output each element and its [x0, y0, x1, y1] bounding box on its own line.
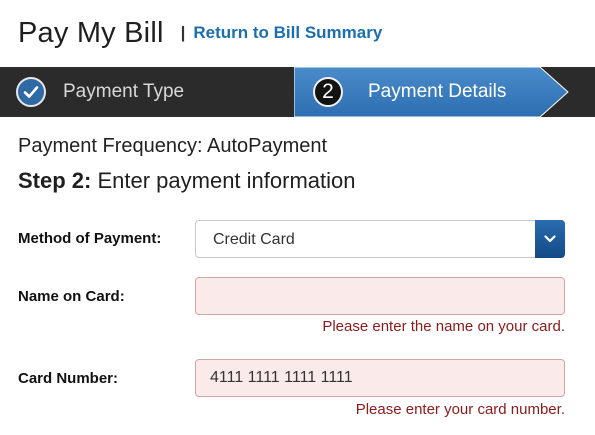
- step-payment-type-label: Payment Type: [63, 81, 185, 102]
- name-on-card-label: Name on Card:: [18, 288, 125, 305]
- method-of-payment-select[interactable]: Credit Card: [195, 220, 565, 258]
- method-of-payment-value: Credit Card: [213, 231, 295, 248]
- step-number-badge: 2: [313, 77, 343, 107]
- step-heading: Step 2: Enter payment information: [18, 168, 356, 194]
- header-separator: |: [180, 23, 186, 42]
- chevron-down-icon[interactable]: [535, 220, 565, 258]
- card-number-error: Please enter your card number.: [355, 401, 565, 418]
- method-of-payment-label: Method of Payment:: [18, 230, 162, 247]
- return-to-bill-summary-link[interactable]: Return to Bill Summary: [193, 23, 382, 43]
- card-number-label: Card Number:: [18, 370, 119, 387]
- step-payment-type[interactable]: Payment Type: [16, 67, 184, 117]
- step-payment-details-label: Payment Details: [368, 81, 507, 102]
- step-payment-details: 2 Payment Details: [294, 67, 570, 117]
- card-number-input[interactable]: [195, 359, 565, 397]
- name-on-card-input[interactable]: [195, 277, 565, 315]
- payment-frequency: Payment Frequency: AutoPayment: [18, 135, 328, 157]
- check-icon: [16, 77, 46, 107]
- page-header: Pay My Bill | Return to Bill Summary: [18, 14, 382, 52]
- name-on-card-error: Please enter the name on your card.: [322, 318, 565, 335]
- page-title: Pay My Bill: [18, 16, 164, 49]
- step-heading-text: Enter payment information: [91, 168, 356, 193]
- step-heading-prefix: Step 2:: [18, 168, 92, 193]
- progress-steps: Payment Type 2 Payment Details: [0, 67, 595, 117]
